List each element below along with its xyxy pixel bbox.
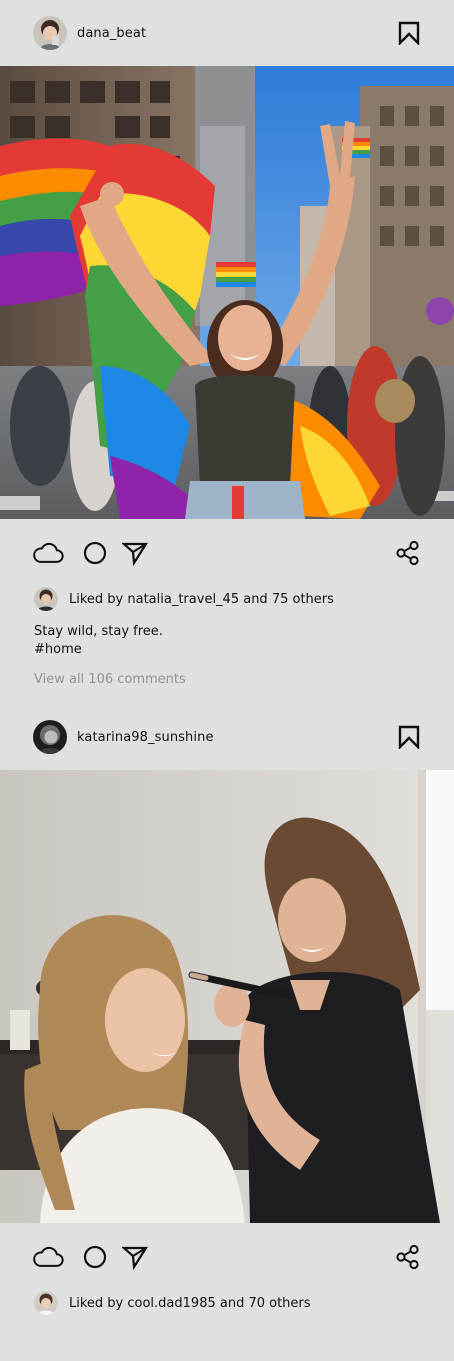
share-icon [396,1244,419,1270]
send-button[interactable] [119,1241,151,1273]
post-username[interactable]: katarina98_sunshine [77,730,214,745]
post-header: dana_beat [0,0,454,66]
post-photo-makeup-artist[interactable] [0,770,454,1223]
liked-by-text[interactable]: Liked by cool.dad1985 and 70 others [69,1296,311,1311]
avatar[interactable] [33,16,67,50]
liked-by-text[interactable]: Liked by natalia_travel_45 and 75 others [69,592,334,607]
comment-button[interactable] [79,1241,111,1273]
like-button[interactable] [32,537,64,569]
post-1: dana_beat Liked by natalia_travel_45 and… [0,0,454,687]
cloud-icon [33,542,64,563]
avatar[interactable] [34,1291,58,1315]
post-actions [0,519,454,585]
send-icon [122,1246,148,1270]
send-icon [122,542,148,566]
share-button[interactable] [392,537,424,569]
post-caption: Stay wild, stay free. #home [0,623,454,659]
post-username[interactable]: dana_beat [77,26,146,41]
like-button[interactable] [32,1241,64,1273]
caption-hashtag[interactable]: #home [34,641,454,659]
send-button[interactable] [119,537,151,569]
bookmark-button[interactable] [397,725,421,749]
circle-icon [83,541,107,565]
avatar[interactable] [33,720,67,754]
post-photo-pride-parade[interactable] [0,66,454,519]
post-2: katarina98_sunshine Liked by cool.dad198… [0,704,454,1317]
post-header: katarina98_sunshine [0,704,454,770]
view-all-comments-link[interactable]: View all 106 comments [0,672,454,687]
caption-text: Stay wild, stay free. [34,624,163,639]
comment-button[interactable] [79,537,111,569]
bookmark-icon [398,725,420,749]
bookmark-button[interactable] [397,21,421,45]
cloud-icon [33,1246,64,1267]
liked-by: Liked by natalia_travel_45 and 75 others [0,585,454,613]
circle-icon [83,1245,107,1269]
share-icon [396,540,419,566]
feed: dana_beat Liked by natalia_travel_45 and… [0,0,454,1361]
post-actions [0,1223,454,1289]
liked-by: Liked by cool.dad1985 and 70 others [0,1289,454,1317]
share-button[interactable] [392,1241,424,1273]
avatar[interactable] [34,587,58,611]
bookmark-icon [398,21,420,45]
